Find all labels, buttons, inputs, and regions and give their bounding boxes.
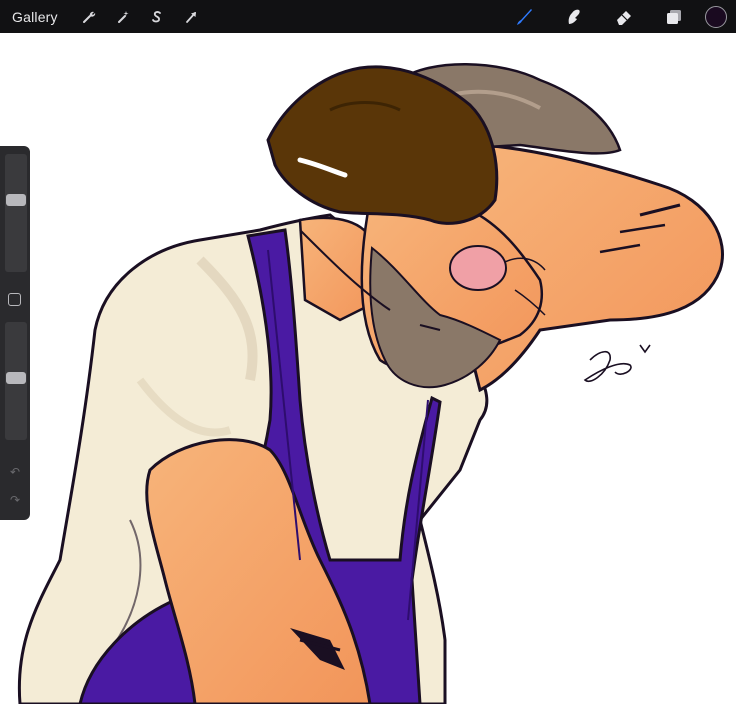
selection-s-icon (151, 10, 161, 22)
brush-icon (517, 8, 532, 25)
transform-button[interactable] (174, 0, 208, 33)
brush-button[interactable] (499, 0, 549, 33)
wrench-icon (82, 11, 95, 23)
drawing-canvas[interactable] (0, 33, 736, 704)
top-toolbar: Gallery (0, 0, 736, 33)
modify-button[interactable] (8, 293, 21, 306)
right-toolset (499, 0, 736, 33)
eraser-icon (617, 10, 631, 25)
layers-icon (667, 9, 681, 24)
artist-signature (583, 344, 651, 382)
eraser-button[interactable] (599, 0, 649, 33)
actions-button[interactable] (72, 0, 106, 33)
redo-icon[interactable]: ↷ (7, 492, 23, 508)
magic-wand-icon (117, 10, 129, 23)
brush-size-slider[interactable] (5, 154, 27, 272)
gallery-button[interactable]: Gallery (12, 9, 58, 25)
layers-button[interactable] (649, 0, 699, 33)
adjustments-button[interactable] (106, 0, 140, 33)
glasses-lens (449, 245, 507, 291)
opacity-handle[interactable] (6, 372, 26, 384)
selection-button[interactable] (140, 0, 174, 33)
brush-size-handle[interactable] (6, 194, 26, 206)
arrow-cursor-icon (185, 11, 196, 23)
opacity-slider[interactable] (5, 322, 27, 440)
undo-icon[interactable]: ↶ (7, 464, 23, 480)
color-swatch[interactable] (705, 5, 727, 28)
smudge-button[interactable] (549, 0, 599, 33)
brush-sidebar: ↶ ↷ (0, 146, 30, 520)
smudge-icon (568, 9, 580, 24)
illustration (17, 63, 724, 704)
